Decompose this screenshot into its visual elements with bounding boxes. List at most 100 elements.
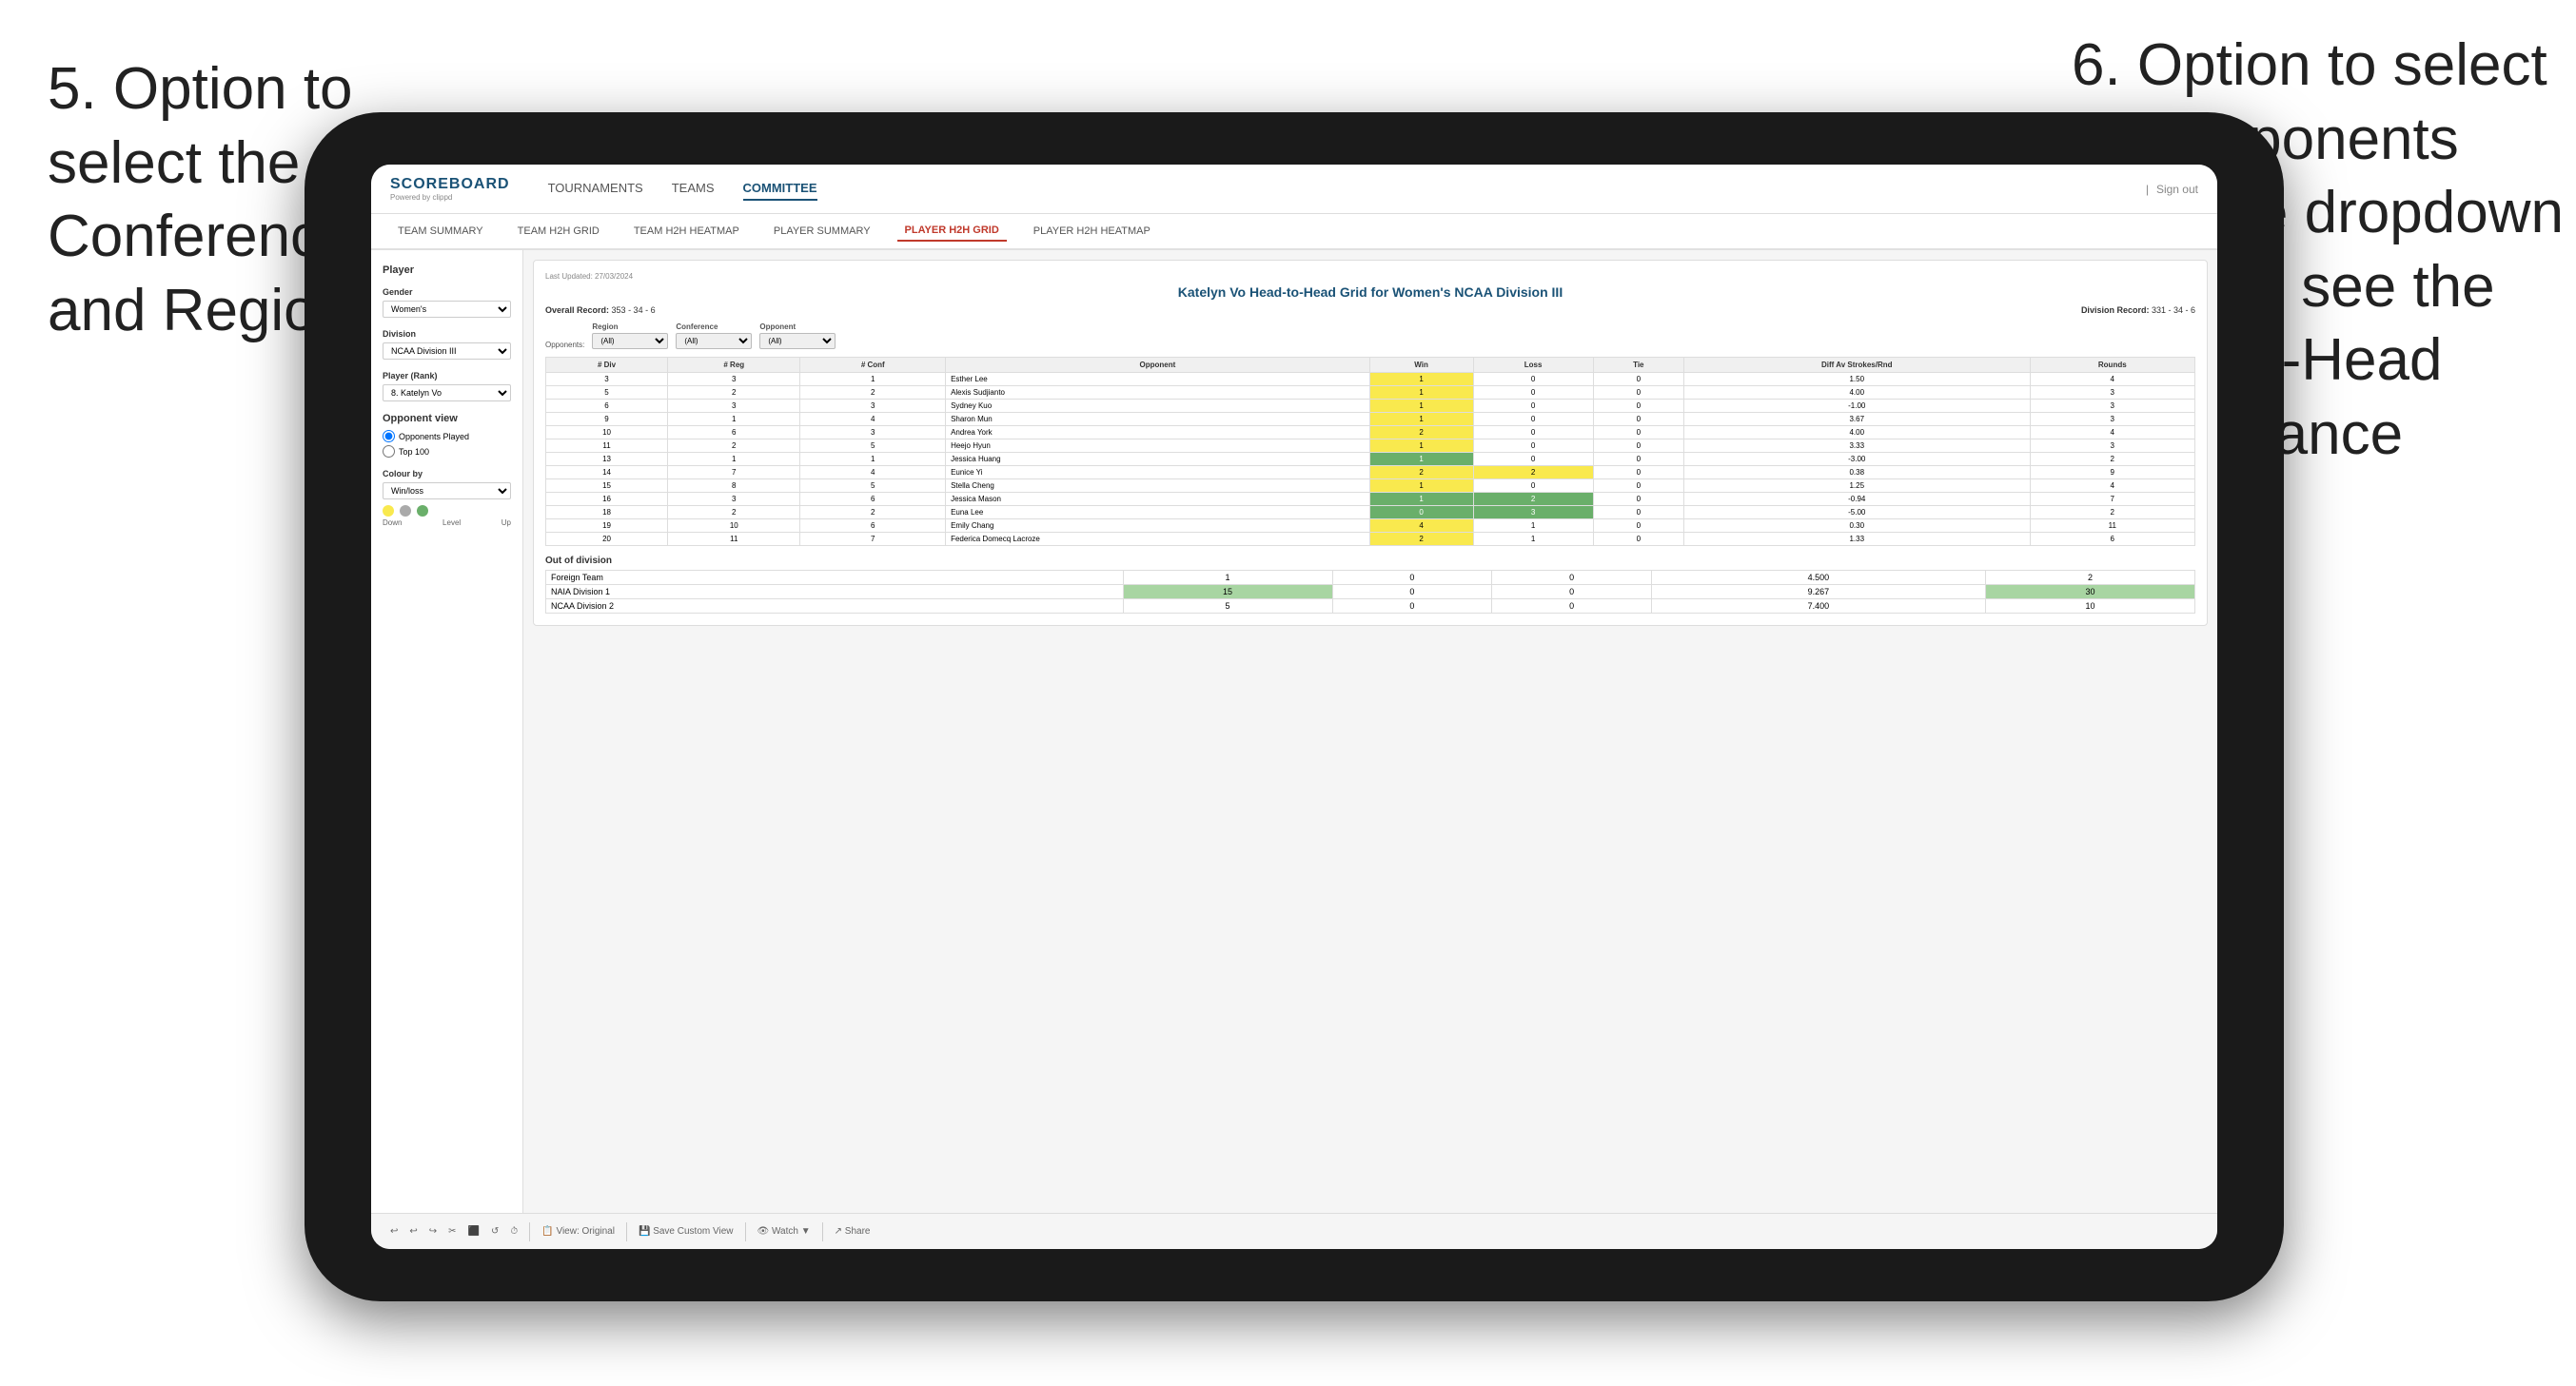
division-select[interactable]: NCAA Division III — [383, 342, 511, 360]
toolbar-share[interactable]: ↗ Share — [835, 1226, 871, 1237]
cell-diff: 3.33 — [1683, 439, 2030, 453]
subnav-team-h2h-grid[interactable]: TEAM H2H GRID — [510, 222, 607, 241]
cell-win: 1 — [1369, 400, 1473, 413]
conference-filter-select[interactable]: (All) — [676, 333, 752, 349]
toolbar-cut[interactable]: ✂ — [448, 1226, 456, 1237]
region-filter-select[interactable]: (All) — [592, 333, 668, 349]
nav-item-committee[interactable]: COMMITTEE — [743, 177, 817, 201]
cell-conf: 2 — [800, 506, 946, 519]
cell-loss: 0 — [1332, 585, 1492, 599]
col-header-opponent: Opponent — [946, 358, 1370, 373]
toolbar-timer[interactable]: ⏱ — [510, 1226, 518, 1237]
opponent-view-radio-group: Opponents Played Top 100 — [383, 430, 511, 458]
cell-rounds: 2 — [1985, 571, 2194, 585]
table-row: Foreign Team 1 0 0 4.500 2 — [546, 571, 2195, 585]
cell-tie: 0 — [1593, 439, 1683, 453]
toolbar-refresh[interactable]: ↺ — [491, 1226, 499, 1237]
toolbar-watch[interactable]: 👁 Watch ▼ — [757, 1226, 811, 1237]
cell-tie: 0 — [1492, 571, 1652, 585]
table-row: 13 1 1 Jessica Huang 1 0 0 -3.00 2 — [546, 453, 2195, 466]
cell-win: 1 — [1369, 413, 1473, 426]
cell-opponent: Sydney Kuo — [946, 400, 1370, 413]
cell-conf: 1 — [800, 453, 946, 466]
cell-div: 14 — [546, 466, 668, 479]
toolbar-undo[interactable]: ↩ — [390, 1226, 398, 1237]
sidebar-player-section: Player — [383, 264, 511, 276]
cell-win: 1 — [1369, 373, 1473, 386]
cell-reg: 3 — [668, 373, 800, 386]
cell-loss: 0 — [1473, 479, 1593, 493]
cell-loss: 0 — [1473, 439, 1593, 453]
subnav-team-h2h-heatmap[interactable]: TEAM H2H HEATMAP — [626, 222, 747, 241]
player-rank-select[interactable]: 8. Katelyn Vo — [383, 384, 511, 401]
cell-conf: 4 — [800, 466, 946, 479]
division-record: Division Record: 331 - 34 - 6 — [2081, 305, 2195, 315]
h2h-table: # Div # Reg # Conf Opponent Win Loss Tie… — [545, 357, 2195, 546]
cell-div: 5 — [546, 386, 668, 400]
cell-div: 9 — [546, 413, 668, 426]
cell-rounds: 2 — [2030, 506, 2194, 519]
nav-separator: | — [2146, 183, 2149, 196]
cell-win: 1 — [1369, 453, 1473, 466]
toolbar-undo2[interactable]: ↩ — [409, 1226, 417, 1237]
nav-right: | Sign out — [2146, 183, 2198, 196]
cell-conf: 1 — [800, 373, 946, 386]
cell-div: 19 — [546, 519, 668, 533]
subnav-player-h2h-heatmap[interactable]: PLAYER H2H HEATMAP — [1026, 222, 1158, 241]
grid-title: Katelyn Vo Head-to-Head Grid for Women's… — [545, 284, 2195, 300]
cell-opponent: Heejo Hyun — [946, 439, 1370, 453]
col-header-win: Win — [1369, 358, 1473, 373]
cell-div: 13 — [546, 453, 668, 466]
filter-region-label: Region — [592, 322, 668, 331]
cell-tie: 0 — [1593, 506, 1683, 519]
tablet-screen: SCOREBOARD Powered by clippd TOURNAMENTS… — [371, 165, 2217, 1249]
colour-by-select[interactable]: Win/loss — [383, 482, 511, 499]
opponent-filter-select[interactable]: (All) — [759, 333, 836, 349]
col-header-tie: Tie — [1593, 358, 1683, 373]
cell-win: 2 — [1369, 426, 1473, 439]
legend-labels: Down Level Up — [383, 518, 511, 527]
subnav-player-summary[interactable]: PLAYER SUMMARY — [766, 222, 878, 241]
radio-top100[interactable]: Top 100 — [383, 445, 511, 458]
toolbar-redo[interactable]: ↪ — [429, 1226, 437, 1237]
cell-reg: 1 — [668, 453, 800, 466]
cell-tie: 0 — [1593, 400, 1683, 413]
filter-opponent-group: Opponent (All) — [759, 322, 836, 349]
cell-conf: 7 — [800, 533, 946, 546]
nav-item-tournaments[interactable]: TOURNAMENTS — [548, 177, 643, 201]
radio-opponents-played[interactable]: Opponents Played — [383, 430, 511, 442]
toolbar-copy[interactable]: ⬛ — [468, 1226, 480, 1237]
legend-label-level: Level — [442, 518, 461, 527]
nav-item-teams[interactable]: TEAMS — [672, 177, 715, 201]
col-header-loss: Loss — [1473, 358, 1593, 373]
legend-circles — [383, 505, 511, 517]
cell-tie: 0 — [1593, 413, 1683, 426]
logo-text: SCOREBOARD — [390, 176, 510, 192]
cell-opponent: Stella Cheng — [946, 479, 1370, 493]
out-of-division-header: Out of division — [545, 556, 2195, 566]
table-row: NCAA Division 2 5 0 0 7.400 10 — [546, 599, 2195, 614]
cell-opponent: Euna Lee — [946, 506, 1370, 519]
cell-rounds: 4 — [2030, 479, 2194, 493]
gender-select[interactable]: Women's — [383, 301, 511, 318]
cell-team: Foreign Team — [546, 571, 1124, 585]
radio-opponents-played-input[interactable] — [383, 430, 395, 442]
sign-out-link[interactable]: Sign out — [2156, 183, 2198, 196]
cell-loss: 1 — [1473, 533, 1593, 546]
logo-sub: Powered by clippd — [390, 193, 510, 202]
cell-diff: 3.67 — [1683, 413, 2030, 426]
filter-conference-label: Conference — [676, 322, 752, 331]
cell-conf: 6 — [800, 519, 946, 533]
col-header-reg: # Reg — [668, 358, 800, 373]
toolbar-save-custom[interactable]: 💾 Save Custom View — [639, 1226, 734, 1237]
cell-loss: 1 — [1473, 519, 1593, 533]
subnav-player-h2h-grid[interactable]: PLAYER H2H GRID — [897, 221, 1007, 242]
toolbar-divider — [529, 1222, 530, 1241]
radio-top100-input[interactable] — [383, 445, 395, 458]
subnav-team-summary[interactable]: TEAM SUMMARY — [390, 222, 491, 241]
table-row: 15 8 5 Stella Cheng 1 0 0 1.25 4 — [546, 479, 2195, 493]
radio-top100-label: Top 100 — [399, 447, 429, 457]
toolbar-view-original[interactable]: 📋 View: Original — [541, 1226, 615, 1237]
table-row: 5 2 2 Alexis Sudjianto 1 0 0 4.00 3 — [546, 386, 2195, 400]
cell-diff: -1.00 — [1683, 400, 2030, 413]
